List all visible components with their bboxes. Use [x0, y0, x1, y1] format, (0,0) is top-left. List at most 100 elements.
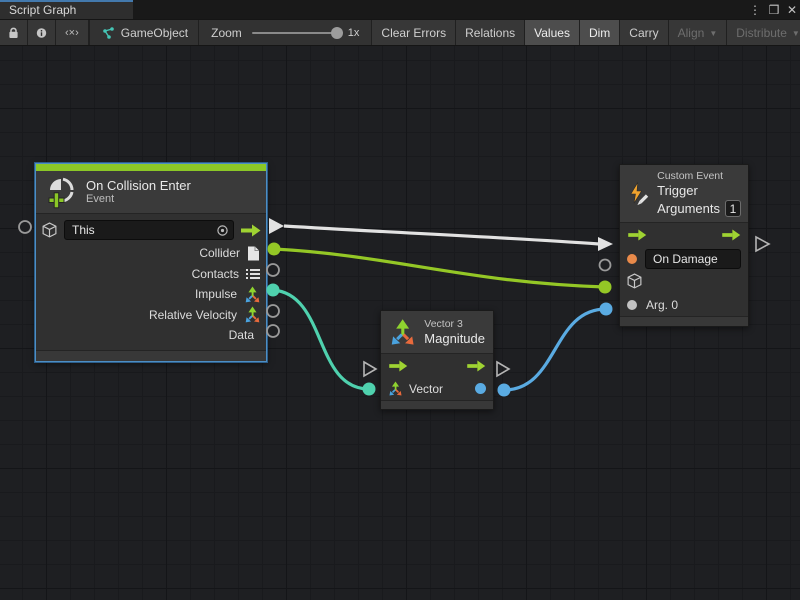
tab-script-graph[interactable]: Script Graph — [0, 0, 133, 19]
arg0-label: Arg. 0 — [646, 298, 678, 312]
node-title: On Collision Enter — [86, 178, 191, 193]
port-row-vector[interactable]: Vector — [381, 377, 493, 400]
gameobject-cube-icon — [626, 273, 643, 290]
arguments-count-field[interactable]: 1 — [725, 200, 741, 217]
flow-output-port-triangle[interactable] — [269, 218, 284, 234]
impulse-output-port[interactable] — [267, 284, 280, 297]
flow-input-arrow-icon[interactable] — [388, 360, 408, 372]
event-color-strip — [36, 164, 266, 171]
dim-label: Dim — [589, 26, 610, 40]
magnitude-output-port[interactable] — [498, 384, 511, 397]
collision-event-icon — [44, 175, 78, 209]
flow-output-arrow-icon[interactable] — [240, 224, 261, 237]
trigger-arg0-input-port[interactable] — [600, 303, 613, 316]
port-row-relative-velocity[interactable]: Relative Velocity — [36, 305, 266, 326]
wire-flow-white[interactable] — [284, 226, 599, 244]
port-row-collider[interactable]: Collider — [36, 243, 266, 264]
flow-row — [381, 354, 493, 377]
clear-errors-button[interactable]: Clear Errors — [372, 20, 456, 45]
distribute-dropdown[interactable]: Distribute ▼ — [727, 20, 800, 45]
list-icon — [246, 268, 260, 280]
port-label: Impulse — [195, 287, 237, 301]
node-footer — [620, 316, 748, 326]
kebab-menu-icon: ⋮ — [749, 3, 761, 17]
wire-impulse-teal[interactable] — [273, 290, 369, 389]
node-footer — [381, 400, 493, 409]
node-category: Vector 3 — [424, 318, 485, 331]
wire-collider-green[interactable] — [274, 249, 605, 287]
zoom-value: 1x — [348, 27, 360, 39]
carry-label: Carry — [629, 26, 658, 40]
flow-row — [620, 223, 748, 247]
vector3-icon — [389, 317, 416, 347]
flow-input-arrow-icon[interactable] — [627, 229, 647, 241]
relative-velocity-output-port[interactable] — [267, 305, 279, 317]
target-row: This — [36, 217, 266, 243]
zoom-control: Zoom 1x — [199, 20, 372, 45]
close-icon: ✕ — [787, 3, 797, 17]
zoom-slider[interactable] — [252, 32, 338, 34]
info-button[interactable] — [28, 20, 56, 45]
flow-wire-arrowhead[interactable] — [598, 237, 613, 251]
magnitude-flow-output-port[interactable] — [497, 362, 509, 376]
node-category: Custom Event — [657, 170, 741, 183]
chevron-down-icon: ▼ — [792, 29, 800, 38]
document-icon — [247, 246, 260, 261]
event-name-row: On Damage — [620, 247, 748, 270]
align-label: Align — [678, 26, 705, 40]
values-label: Values — [534, 26, 570, 40]
node-on-collision-enter[interactable]: On Collision Enter Event This — [35, 163, 267, 362]
node-title: Trigger — [657, 183, 741, 198]
vector3-icon — [244, 306, 261, 323]
clear-errors-label: Clear Errors — [381, 26, 446, 40]
event-name-port[interactable] — [627, 254, 637, 264]
graph-canvas[interactable]: On Collision Enter Event This — [0, 46, 800, 600]
port-row-impulse[interactable]: Impulse — [36, 284, 266, 305]
magnitude-vector-input-port[interactable] — [363, 383, 376, 396]
close-button[interactable]: ✕ — [783, 0, 800, 19]
port-row-data[interactable]: Data — [36, 325, 266, 346]
collision-target-input-port[interactable] — [19, 221, 31, 233]
data-output-port[interactable] — [267, 325, 279, 337]
vector-output-port[interactable] — [475, 383, 486, 394]
this-object-field[interactable]: This — [64, 220, 234, 240]
magnitude-flow-input-port[interactable] — [364, 362, 376, 376]
port-label: Data — [229, 328, 254, 342]
window-menu-button[interactable]: ⋮ — [746, 0, 764, 19]
vector3-icon — [388, 381, 403, 396]
lock-button[interactable] — [0, 20, 28, 45]
code-view-button[interactable]: ‹×› — [56, 20, 89, 45]
gameobject-cube-icon — [41, 222, 58, 239]
node-header: Custom Event Trigger Arguments 1 — [620, 165, 748, 223]
align-dropdown[interactable]: Align ▼ — [669, 20, 728, 45]
maximize-button[interactable]: ❒ — [765, 0, 783, 19]
trigger-flow-output-port[interactable] — [756, 237, 769, 251]
contacts-output-port[interactable] — [267, 264, 279, 276]
arg0-port[interactable] — [627, 300, 637, 310]
gameobject-label: GameObject — [121, 26, 188, 40]
node-vector3-magnitude[interactable]: Vector 3 Magnitude Vector — [380, 310, 494, 410]
port-row-contacts[interactable]: Contacts — [36, 264, 266, 285]
values-toggle[interactable]: Values — [525, 20, 580, 45]
zoom-label: Zoom — [211, 26, 242, 40]
distribute-label: Distribute — [736, 26, 787, 40]
object-picker-icon[interactable] — [216, 224, 229, 237]
collider-output-port[interactable] — [268, 243, 281, 256]
flow-output-arrow-icon[interactable] — [721, 229, 741, 241]
flow-output-arrow-icon[interactable] — [466, 360, 486, 372]
trigger-target-input-port[interactable] — [599, 281, 612, 294]
zoom-slider-knob[interactable] — [331, 27, 343, 39]
port-label: Contacts — [192, 267, 239, 281]
node-trigger-custom-event[interactable]: Custom Event Trigger Arguments 1 On — [619, 164, 749, 327]
maximize-icon: ❒ — [769, 3, 780, 17]
gameobject-reference[interactable]: GameObject — [90, 20, 199, 45]
trigger-name-input-port[interactable] — [600, 260, 611, 271]
wire-magnitude-blue[interactable] — [504, 309, 606, 390]
carry-toggle[interactable]: Carry — [620, 20, 668, 45]
this-value: This — [72, 223, 95, 237]
event-name-field[interactable]: On Damage — [645, 249, 741, 269]
relations-button[interactable]: Relations — [456, 20, 525, 45]
dim-toggle[interactable]: Dim — [580, 20, 620, 45]
graph-pointer-icon — [100, 26, 115, 40]
vector3-icon — [244, 286, 261, 303]
